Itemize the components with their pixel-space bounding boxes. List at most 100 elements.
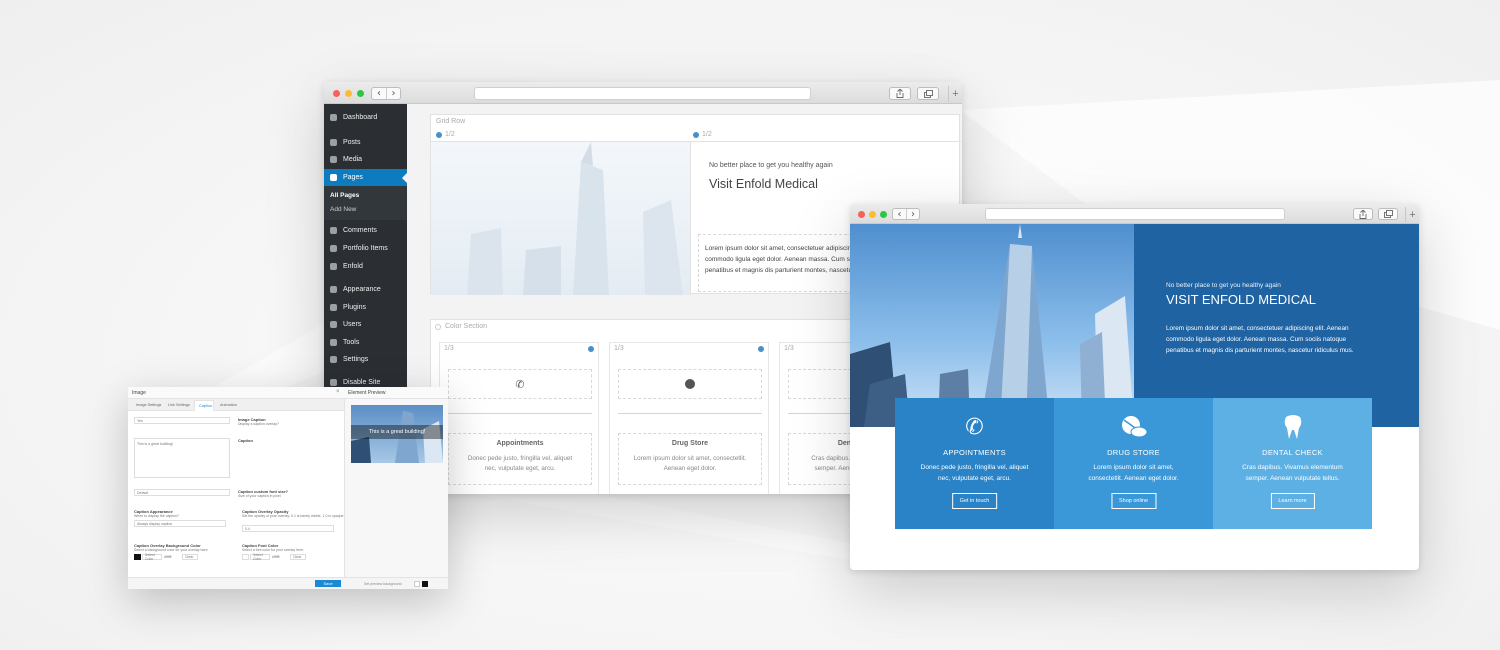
service-title: DRUG STORE xyxy=(1107,448,1160,457)
save-label: Save xyxy=(323,581,333,586)
modal-tabs: Image Settings Link Settings Caption Ani… xyxy=(128,399,344,411)
font-color-swatch[interactable] xyxy=(242,554,249,560)
caption-size-select[interactable]: Default xyxy=(134,489,230,496)
zoom-window-dot[interactable] xyxy=(880,211,887,218)
tab-caption-active[interactable]: Caption xyxy=(194,400,214,411)
bg-select-color-button[interactable]: Select Color xyxy=(142,553,162,561)
opacity-select[interactable]: 0.4 xyxy=(242,525,334,532)
phone-icon: ✆ xyxy=(965,414,984,440)
back-icon[interactable]: ‹ xyxy=(893,209,906,220)
back-icon[interactable]: ‹ xyxy=(372,88,386,99)
service-title: APPOINTMENTS xyxy=(943,448,1006,457)
modal-footer: Save Set preview background xyxy=(128,577,448,589)
pills-icon xyxy=(1054,412,1213,442)
forward-icon[interactable]: › xyxy=(386,88,400,99)
column-block[interactable]: 1/3 Drug Store Lorem ipsum dolor sit ame… xyxy=(609,342,769,494)
forward-icon[interactable]: › xyxy=(906,209,919,220)
bg-clear-button[interactable]: Clear xyxy=(182,554,198,560)
cell-handle-dot[interactable] xyxy=(693,132,699,138)
address-bar[interactable] xyxy=(985,208,1285,220)
preview-bg-swatch-dark[interactable] xyxy=(422,581,428,587)
icon-element[interactable] xyxy=(618,369,762,399)
tabs-button[interactable] xyxy=(1378,208,1398,220)
font-size-sub: Size of your caption in pixel xyxy=(238,494,281,498)
nav-buttons: ‹ › xyxy=(371,87,401,100)
preview-image: This is a great building! xyxy=(351,405,443,463)
tooth-icon xyxy=(1213,412,1372,442)
sidebar-item-tools[interactable]: Tools xyxy=(324,334,407,351)
column-handle-dot[interactable] xyxy=(588,346,594,352)
divider xyxy=(618,413,762,414)
learn-more-button[interactable]: Learn more xyxy=(1270,493,1315,509)
get-in-touch-button[interactable]: Get in touch xyxy=(951,493,998,509)
browser-toolbar: ‹ › + xyxy=(850,204,1419,224)
share-icon xyxy=(1359,209,1367,219)
minimize-window-dot[interactable] xyxy=(345,90,352,97)
close-window-dot[interactable] xyxy=(858,211,865,218)
image-caption-sub: Display a caption overlay? xyxy=(238,422,279,426)
tab-link-settings[interactable]: Link Settings xyxy=(168,403,190,407)
sidebar-item-settings[interactable]: Settings xyxy=(324,351,407,368)
building-image xyxy=(467,142,683,295)
section-handle-icon[interactable] xyxy=(435,324,441,330)
submenu-add-new[interactable]: Add New xyxy=(330,206,356,213)
service-text: Lorem ipsum dolor sit amet, consectetlit.… xyxy=(1088,464,1179,482)
hero-body-line: penatibus et magnis dis parturient monte… xyxy=(1166,347,1354,354)
bg-color-swatch[interactable] xyxy=(134,554,141,560)
tab-caption: Caption xyxy=(199,404,213,408)
cell-size-label: 1/2 xyxy=(702,131,712,138)
tabs-button[interactable] xyxy=(917,87,939,100)
service-box-dental-check: DENTAL CHECK Cras dapibus. Vivamus eleme… xyxy=(1213,398,1372,529)
portfolio-icon xyxy=(330,245,337,252)
close-icon[interactable]: × xyxy=(336,389,340,395)
sidebar-item-appearance[interactable]: Appearance xyxy=(324,281,407,298)
font-clear-button[interactable]: Clear xyxy=(290,554,306,560)
minimize-window-dot[interactable] xyxy=(869,211,876,218)
appearance-select[interactable]: Always display caption xyxy=(134,520,226,527)
sidebar-item-media[interactable]: Media xyxy=(324,151,407,168)
sidebar-item-portfolio[interactable]: Portfolio Items xyxy=(324,240,407,257)
icon-element[interactable]: ✆ xyxy=(448,369,592,399)
tab-image-settings[interactable]: Image Settings xyxy=(136,403,161,407)
text-element[interactable]: Appointments Donec pede justo, fringilla… xyxy=(448,433,592,485)
column-block[interactable]: 1/3 ✆ Appointments Donec pede justo, fri… xyxy=(439,342,599,494)
opacity-sub: Set the opacity of your overlay: 0.1 is … xyxy=(242,514,344,518)
new-tab-icon[interactable]: + xyxy=(1405,207,1419,222)
sidebar-item-plugins[interactable]: Plugins xyxy=(324,299,407,316)
browser-toolbar: ‹ › + xyxy=(324,82,962,104)
font-select-color-button[interactable]: Select Color xyxy=(250,553,270,561)
submenu-all-pages[interactable]: All Pages xyxy=(330,192,359,199)
cell-handle-dot[interactable] xyxy=(436,132,442,138)
grid-cell-image[interactable] xyxy=(431,141,690,295)
address-bar[interactable] xyxy=(474,87,811,100)
text-element[interactable]: Drug Store Lorem ipsum dolor sit amet, c… xyxy=(618,433,762,485)
modal-header: Image × Element Preview xyxy=(128,387,448,399)
tooth-graphic xyxy=(1284,415,1301,439)
enfold-icon xyxy=(330,263,337,270)
caption-textarea[interactable]: This is a great building! xyxy=(134,438,230,478)
sidebar-item-comments[interactable]: Comments xyxy=(324,222,407,239)
close-window-dot[interactable] xyxy=(333,90,340,97)
sidebar-item-pages[interactable]: Pages xyxy=(324,169,407,186)
column-handle-dot[interactable] xyxy=(758,346,764,352)
zoom-window-dot[interactable] xyxy=(357,90,364,97)
caption-toggle-select[interactable]: Yes xyxy=(134,417,230,424)
save-button[interactable]: Save xyxy=(315,580,341,587)
shop-online-button[interactable]: Shop online xyxy=(1110,493,1157,509)
preview-caption-text: This is a great building! xyxy=(368,429,426,435)
sidebar-item-users[interactable]: Users xyxy=(324,316,407,333)
preview-bg-swatch-light[interactable] xyxy=(414,581,420,587)
gear-icon xyxy=(330,379,337,386)
hero-image xyxy=(850,224,1134,427)
sidebar-item-posts[interactable]: Posts xyxy=(324,134,407,151)
share-button[interactable] xyxy=(889,87,911,100)
cell-size-label: 1/2 xyxy=(445,131,455,138)
new-tab-icon[interactable]: + xyxy=(948,86,962,102)
pages-icon xyxy=(330,174,337,181)
tab-animation[interactable]: Animation xyxy=(220,403,237,407)
sidebar-item-dashboard[interactable]: Dashboard xyxy=(324,109,407,126)
sidebar-item-enfold[interactable]: Enfold xyxy=(324,258,407,275)
column-text: nec, vulputate eget, arcu. xyxy=(484,465,556,472)
share-button[interactable] xyxy=(1353,208,1373,220)
column-title: Appointments xyxy=(496,440,544,447)
